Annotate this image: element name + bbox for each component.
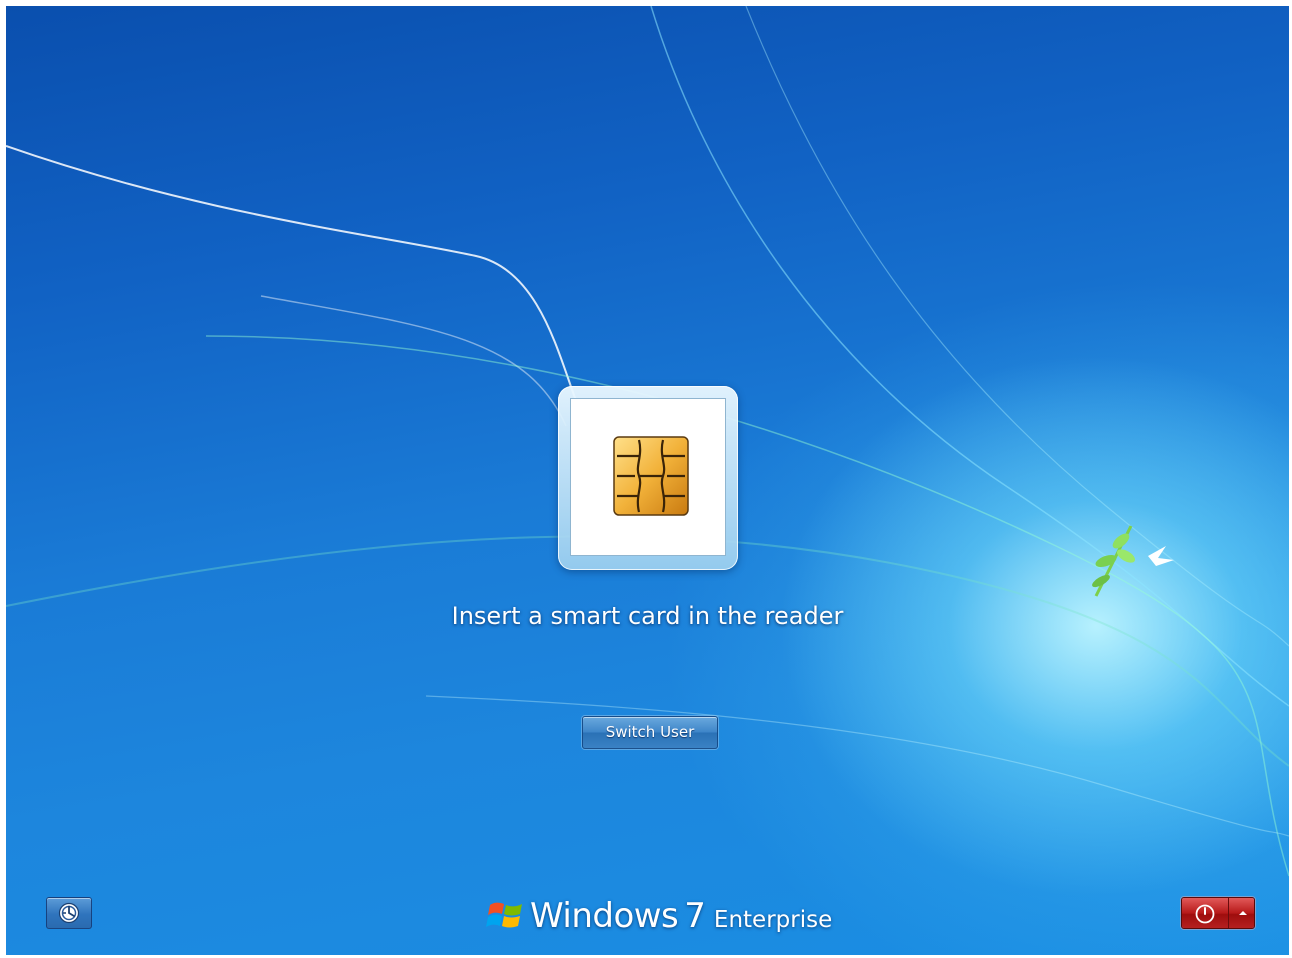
power-icon <box>1195 904 1215 924</box>
windows-flag-logo <box>486 902 522 928</box>
smart-card-prompt: Insert a smart card in the reader <box>451 602 844 630</box>
smart-card-frame <box>570 398 726 556</box>
shut-down-button[interactable] <box>1182 898 1229 928</box>
chevron-up-icon <box>1239 911 1247 915</box>
shut-down-options-button[interactable] <box>1229 898 1254 928</box>
ease-of-access-button[interactable] <box>46 897 92 929</box>
smart-card-chip-icon <box>613 436 689 516</box>
brand-edition: Enterprise <box>713 907 833 933</box>
smart-card-tile[interactable] <box>558 386 738 570</box>
ease-of-access-icon <box>58 902 80 924</box>
brand-product-name: Windows <box>530 896 679 936</box>
logon-screen: Insert a smart card in the reader Switch… <box>6 6 1289 955</box>
windows-branding: Windows 7 Enterprise <box>486 893 832 937</box>
brand-version: 7 <box>684 896 706 936</box>
switch-user-button[interactable]: Switch User <box>582 716 718 749</box>
power-controls <box>1181 897 1255 929</box>
